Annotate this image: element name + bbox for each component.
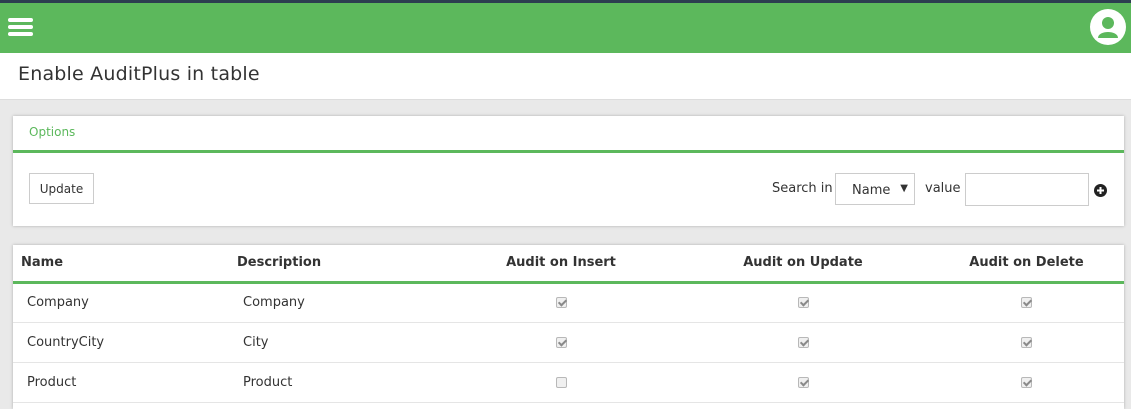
options-title: Options (29, 125, 76, 139)
update-button[interactable]: Update (29, 173, 94, 204)
audit-delete-checkbox[interactable] (1021, 336, 1032, 348)
page-title: Enable AuditPlus in table (18, 63, 260, 85)
title-bar: Enable AuditPlus in table (0, 53, 1131, 100)
search-field-selected: Name (852, 183, 891, 198)
table-row: CountryCity City (13, 322, 1124, 362)
column-header-audit-delete[interactable]: Audit on Delete (929, 245, 1124, 282)
row-description: Company (243, 295, 305, 310)
user-avatar-icon[interactable] (1090, 9, 1126, 45)
audit-insert-checkbox[interactable] (555, 297, 567, 308)
options-header: Options (13, 116, 1124, 153)
table-row: Company Company (13, 282, 1124, 322)
column-header-name[interactable]: Name (13, 245, 229, 282)
row-name: Product (27, 374, 77, 390)
chevron-down-icon: ▼ (900, 183, 908, 194)
audit-insert-checkbox[interactable] (555, 336, 567, 348)
top-navbar (0, 3, 1131, 53)
audit-insert-checkbox[interactable] (555, 376, 567, 388)
row-name: CountryCity (27, 334, 105, 350)
table-row: Product Product (13, 362, 1124, 402)
row-description: City (243, 334, 269, 350)
value-label: value (925, 181, 961, 196)
hamburger-menu-icon[interactable] (8, 18, 33, 38)
audit-update-checkbox[interactable] (797, 336, 809, 348)
search-in-label: Search in (772, 181, 833, 196)
audit-update-checkbox[interactable] (797, 376, 809, 388)
row-name: Company (27, 295, 89, 310)
plus-circle-icon[interactable] (1094, 184, 1107, 197)
tables-panel: Name Description Audit on Insert Audit o… (13, 245, 1124, 409)
options-panel: Options Update Search in Name ▼ value (13, 116, 1124, 226)
row-description: Product (243, 374, 293, 390)
audit-table: Name Description Audit on Insert Audit o… (13, 245, 1124, 403)
column-header-audit-update[interactable]: Audit on Update (677, 245, 929, 282)
search-value-input[interactable] (965, 173, 1089, 206)
search-field-select[interactable]: Name ▼ (835, 173, 915, 205)
column-header-audit-insert[interactable]: Audit on Insert (445, 245, 677, 282)
audit-update-checkbox[interactable] (797, 297, 809, 308)
column-header-description[interactable]: Description (229, 245, 445, 282)
audit-delete-checkbox[interactable] (1021, 376, 1032, 388)
audit-delete-checkbox[interactable] (1021, 297, 1032, 308)
table-header-row: Name Description Audit on Insert Audit o… (13, 245, 1124, 282)
